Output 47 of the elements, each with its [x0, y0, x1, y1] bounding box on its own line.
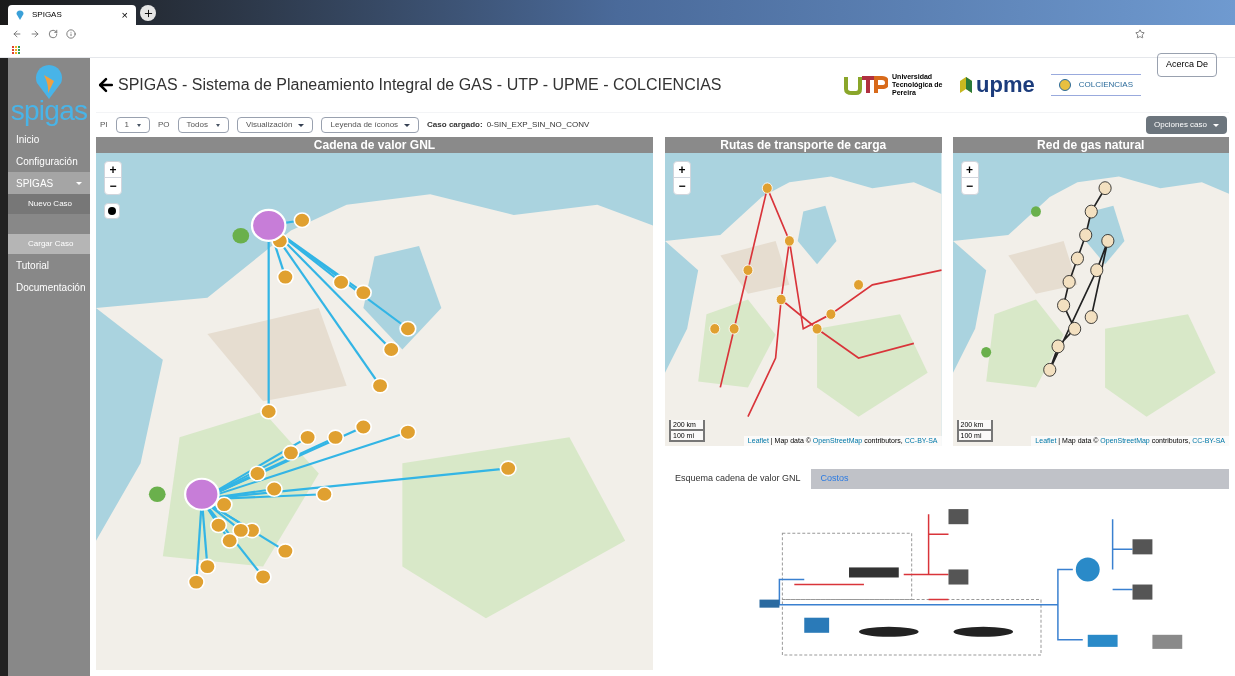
logo-pin-icon — [34, 63, 64, 99]
pi-select[interactable]: 1 — [115, 117, 150, 133]
tab-close-button[interactable]: × — [121, 6, 128, 24]
bookmark-star-icon[interactable] — [1135, 28, 1145, 39]
zoom-in-button[interactable]: + — [105, 162, 121, 178]
caret-icon — [1213, 123, 1219, 127]
caret-icon — [137, 123, 141, 127]
sidebar-subitem[interactable]: Nuevo Caso — [8, 194, 90, 214]
back-icon[interactable] — [12, 28, 22, 39]
pin-icon — [16, 10, 24, 20]
loaded-case-value: 0-SIN_EXP_SIN_NO_CONV — [486, 119, 590, 131]
upme-logo: upme — [960, 75, 1035, 95]
new-tab-button[interactable] — [140, 5, 156, 21]
plus-icon — [142, 7, 154, 19]
zoom-out-button[interactable]: − — [674, 178, 690, 194]
caret-icon — [298, 123, 305, 127]
dropdown-button[interactable]: Leyenda de íconos — [321, 117, 420, 133]
locate-button[interactable] — [104, 203, 120, 219]
page-title: SPIGAS - Sistema de Planeamiento Integral de GAS - UTP - UPME - COLCIENCIAS — [118, 75, 722, 95]
shield-icon — [1058, 79, 1071, 91]
caret-icon — [404, 123, 411, 127]
map-title-bar: Red de gas natural — [952, 137, 1229, 153]
dropdown-button[interactable]: Visualización — [236, 117, 314, 133]
info-icon — [66, 28, 76, 39]
forward-icon[interactable] — [30, 28, 40, 39]
apps-grid-icon[interactable] — [12, 45, 20, 54]
zoom-out-button[interactable]: − — [105, 178, 121, 194]
po-select[interactable]: Todos — [177, 117, 229, 133]
po-label: PO — [158, 119, 170, 131]
about-button[interactable]: Acerca De — [1156, 53, 1217, 77]
utp-mark-icon — [844, 75, 889, 95]
locate-icon — [108, 207, 116, 215]
browser-tab[interactable]: SPIGAS × — [8, 5, 136, 25]
map-title-bar: Rutas de transporte de carga — [665, 137, 942, 153]
colciencias-logo: COLCIENCIAS — [1050, 74, 1141, 96]
zoom-in-button[interactable]: + — [961, 162, 978, 178]
zoom-in-button[interactable]: + — [674, 162, 690, 178]
zoom-out-button[interactable]: − — [961, 178, 978, 194]
map[interactable]: + − — [96, 153, 653, 670]
upme-mark-icon — [960, 77, 973, 93]
caret-icon — [215, 123, 220, 127]
tab[interactable]: Esquema cadena de valor GNL — [665, 469, 811, 489]
pi-label: PI — [100, 119, 108, 131]
map-title-bar: Cadena de valor GNL — [96, 137, 653, 153]
loaded-case-label: Caso cargado: — [427, 119, 483, 131]
reload-icon[interactable] — [48, 28, 58, 39]
options-button[interactable]: Opciones caso — [1146, 116, 1227, 134]
